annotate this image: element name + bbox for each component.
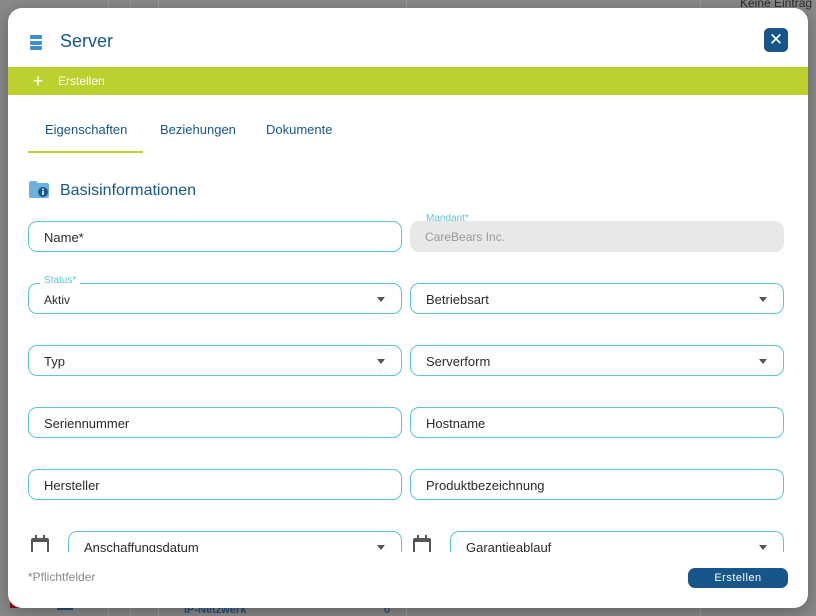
hersteller-field[interactable]: Hersteller [28, 469, 402, 500]
server-dialog: Server ✕ + Erstellen Eigenschaften Bezie… [8, 8, 808, 608]
folder-info-icon [29, 181, 49, 198]
garantieablauf-field[interactable]: Garantieablauf [450, 531, 784, 552]
serverform-select[interactable]: Serverform [410, 345, 784, 376]
produktbezeichnung-field[interactable]: Produktbezeichnung [410, 469, 784, 500]
garantieablauf-placeholder: Garantieablauf [466, 540, 552, 552]
tab-eigenschaften[interactable]: Eigenschaften [45, 122, 127, 137]
tab-dokumente[interactable]: Dokumente [266, 122, 332, 137]
anschaffungsdatum-placeholder: Anschaffungsdatum [84, 540, 199, 552]
status-select[interactable]: Status* Aktiv [28, 275, 402, 314]
status-value: Aktiv [44, 293, 71, 307]
hostname-field[interactable]: Hostname [410, 407, 784, 438]
chevron-down-icon [759, 545, 767, 550]
name-field[interactable]: Name* [28, 221, 402, 252]
name-placeholder: Name* [44, 230, 84, 245]
dialog-header: Server ✕ [8, 8, 808, 67]
typ-select[interactable]: Typ [28, 345, 402, 376]
mandant-label: Mandant* [426, 213, 469, 224]
mandant-field: Mandant* CareBears Inc. [410, 213, 784, 252]
section-title: Basisinformationen [60, 182, 197, 199]
server-icon [30, 35, 42, 50]
anschaffungsdatum-field[interactable]: Anschaffungsdatum [68, 531, 402, 552]
create-action-label: Erstellen [58, 74, 105, 88]
chevron-down-icon [759, 297, 767, 302]
serverform-placeholder: Serverform [426, 354, 491, 369]
calendar-icon[interactable] [31, 535, 49, 552]
betriebsart-select[interactable]: Betriebsart [410, 283, 784, 314]
betriebsart-placeholder: Betriebsart [426, 292, 489, 307]
active-tab-indicator [28, 151, 143, 153]
close-icon: ✕ [768, 30, 784, 49]
close-button[interactable]: ✕ [764, 28, 788, 52]
seriennummer-placeholder: Seriennummer [44, 416, 130, 431]
hersteller-placeholder: Hersteller [44, 478, 100, 493]
submit-button[interactable]: Erstellen [688, 568, 788, 588]
action-bar: + Erstellen [8, 67, 808, 95]
calendar-icon[interactable] [413, 535, 431, 552]
typ-placeholder: Typ [44, 354, 65, 369]
chevron-down-icon [759, 359, 767, 364]
create-action-button[interactable]: + Erstellen [30, 67, 105, 95]
required-fields-note: *Pflichtfelder [28, 570, 96, 584]
status-label: Status* [40, 275, 81, 287]
dialog-title: Server [60, 31, 114, 51]
plus-icon: + [32, 71, 44, 91]
seriennummer-field[interactable]: Seriennummer [28, 407, 402, 438]
form-scroll-area[interactable]: Anschaffungsdatum Garantieablauf [8, 528, 808, 552]
tab-beziehungen[interactable]: Beziehungen [160, 122, 236, 137]
mandant-value: CareBears Inc. [425, 230, 506, 244]
chevron-down-icon [377, 359, 385, 364]
produktbezeichnung-placeholder: Produktbezeichnung [426, 478, 545, 493]
chevron-down-icon [377, 297, 385, 302]
hostname-placeholder: Hostname [426, 416, 486, 431]
chevron-down-icon [377, 545, 385, 550]
